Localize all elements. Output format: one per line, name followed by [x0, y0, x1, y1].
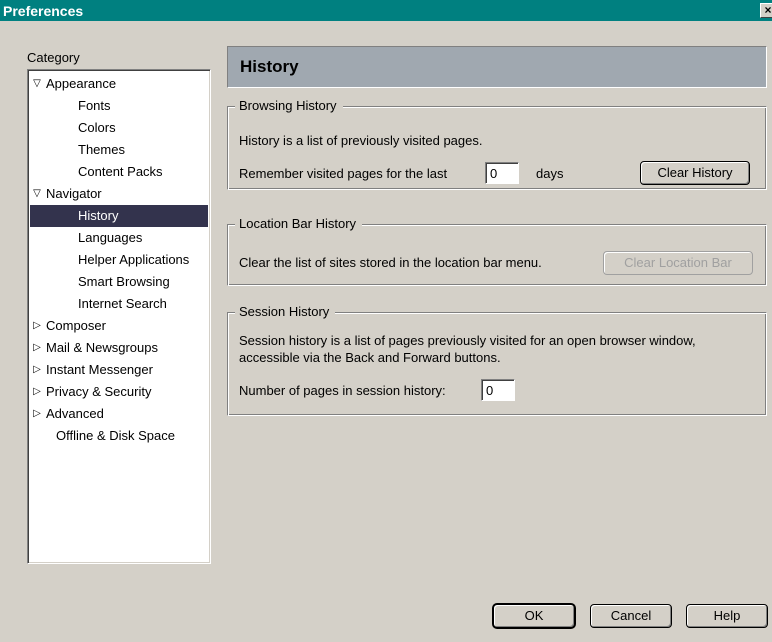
browsing-history-title: Browsing History: [235, 98, 343, 113]
location-bar-history-group: Location Bar History Clear the list of s…: [227, 216, 767, 286]
cancel-button[interactable]: Cancel: [590, 604, 672, 628]
tree-item-label: Smart Browsing: [78, 274, 170, 289]
ok-button[interactable]: OK: [493, 604, 575, 628]
session-history-group: Session History Session history is a lis…: [227, 304, 767, 416]
tree-item-helper-applications[interactable]: Helper Applications: [28, 249, 210, 271]
tree-item-label: Helper Applications: [78, 252, 190, 267]
history-days-input[interactable]: [485, 162, 519, 184]
tree-item-advanced[interactable]: ▷ Advanced: [28, 403, 210, 425]
tree-item-languages[interactable]: Languages: [28, 227, 210, 249]
tree-item-privacy-and-security[interactable]: ▷ Privacy & Security: [28, 381, 210, 403]
tree-item-label: Colors: [78, 120, 116, 135]
tree-item-label: Internet Search: [78, 296, 167, 311]
category-tree[interactable]: ▽ Appearance Fonts Colors Themes Content Pack…: [27, 69, 211, 564]
session-history-title: Session History: [235, 304, 336, 319]
window-title: Preferences: [3, 2, 84, 19]
tree-item-instant-messenger[interactable]: ▷ Instant Messenger: [28, 359, 210, 381]
clear-location-bar-button[interactable]: Clear Location Bar: [603, 251, 753, 275]
days-label: days: [536, 166, 564, 181]
tree-item-label: Instant Messenger: [46, 362, 153, 377]
tree-item-internet-search[interactable]: Internet Search: [28, 293, 210, 315]
close-button[interactable]: ×: [760, 3, 772, 18]
collapsed-triangle-icon[interactable]: ▷: [31, 337, 43, 359]
tree-item-label: Privacy & Security: [46, 384, 152, 399]
location-bar-description: Clear the list of sites stored in the lo…: [239, 255, 542, 270]
tree-item-label: Themes: [78, 142, 125, 157]
tree-item-fonts[interactable]: Fonts: [28, 95, 210, 117]
collapsed-triangle-icon[interactable]: ▷: [31, 359, 43, 381]
browsing-history-description: History is a list of previously visited …: [239, 133, 483, 148]
tree-item-composer[interactable]: ▷ Composer: [28, 315, 210, 337]
collapsed-triangle-icon[interactable]: ▷: [31, 381, 43, 403]
location-bar-history-title: Location Bar History: [235, 216, 363, 231]
tree-item-navigator[interactable]: ▽ Navigator: [28, 183, 210, 205]
collapsed-triangle-icon[interactable]: ▷: [31, 315, 43, 337]
tree-item-appearance[interactable]: ▽ Appearance: [28, 73, 210, 95]
tree-item-themes[interactable]: Themes: [28, 139, 210, 161]
tree-item-label: Advanced: [46, 406, 104, 421]
title-bar: Preferences ×: [0, 0, 772, 21]
browsing-history-group: Browsing History History is a list of pr…: [227, 98, 767, 190]
panel-title: History: [227, 46, 767, 88]
session-history-description-line1: Session history is a list of pages previ…: [239, 333, 696, 348]
session-pages-input[interactable]: [481, 379, 515, 401]
tree-item-label: History: [78, 208, 119, 223]
clear-history-button[interactable]: Clear History: [640, 161, 750, 185]
session-pages-label: Number of pages in session history:: [239, 383, 446, 398]
collapsed-triangle-icon[interactable]: ▷: [31, 403, 43, 425]
tree-item-content-packs[interactable]: Content Packs: [28, 161, 210, 183]
session-history-description-line2: accessible via the Back and Forward butt…: [239, 350, 501, 365]
expanded-triangle-icon[interactable]: ▽: [31, 73, 43, 95]
tree-item-label: Navigator: [46, 186, 102, 201]
tree-item-label: Mail & Newsgroups: [46, 340, 158, 355]
tree-item-label: Fonts: [78, 98, 111, 113]
close-icon: ×: [764, 3, 772, 17]
help-button[interactable]: Help: [686, 604, 768, 628]
tree-item-label: Composer: [46, 318, 106, 333]
tree-item-colors[interactable]: Colors: [28, 117, 210, 139]
remember-pages-label: Remember visited pages for the last: [239, 166, 448, 181]
category-label: Category: [27, 50, 80, 65]
tree-item-label: Languages: [78, 230, 143, 245]
tree-item-offline-and-disk-space[interactable]: Offline & Disk Space: [28, 425, 210, 447]
tree-item-mail-and-newsgroups[interactable]: ▷ Mail & Newsgroups: [28, 337, 210, 359]
tree-item-label: Appearance: [46, 76, 117, 91]
tree-item-label: Content Packs: [78, 164, 163, 179]
tree-item-history[interactable]: History: [30, 205, 208, 227]
tree-item-label: Offline & Disk Space: [56, 428, 175, 443]
expanded-triangle-icon[interactable]: ▽: [31, 183, 43, 205]
tree-item-smart-browsing[interactable]: Smart Browsing: [28, 271, 210, 293]
